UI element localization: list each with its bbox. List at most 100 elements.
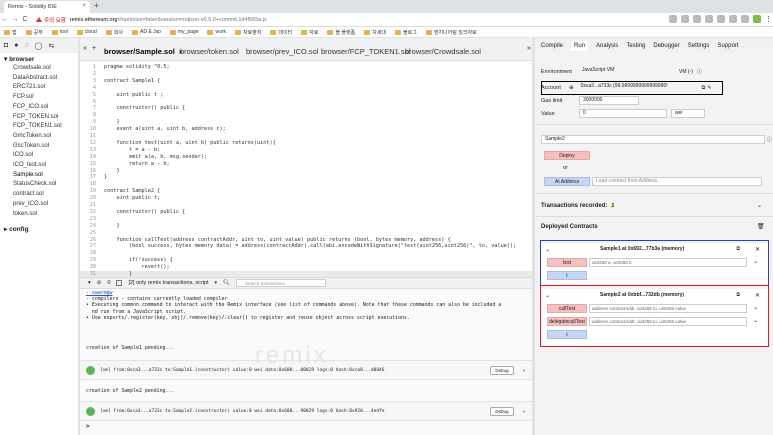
file-item[interactable]: FCP_TOKEN.sol: [0, 113, 78, 123]
value-unit-select[interactable]: wei: [671, 109, 705, 118]
new-file-icon[interactable]: ◘: [4, 42, 8, 49]
terminal-filter[interactable]: [2] only remix transactions, script: [128, 280, 208, 286]
tab-debugger[interactable]: Debugger: [653, 43, 679, 49]
extension-icon[interactable]: [741, 15, 749, 23]
tab-settings[interactable]: Settings: [688, 43, 710, 49]
profile-icon[interactable]: [753, 15, 761, 23]
chevron-down-icon[interactable]: ⌄: [522, 407, 526, 414]
folder-icon: [76, 29, 83, 35]
debug-button[interactable]: Debug: [490, 407, 514, 416]
bookmark-item[interactable]: 회사: [105, 29, 123, 36]
address-bar[interactable]: remix.ethereum.org/#optimize=false&versi…: [70, 17, 267, 23]
forward-icon[interactable]: →: [10, 16, 20, 23]
transaction-row[interactable]: [vm] from:0xca3...a733c to:Sample2.(cons…: [80, 401, 532, 421]
file-item[interactable]: FCP_ICO.sol: [0, 103, 78, 113]
editor-tab[interactable]: browser/token.sol: [180, 47, 239, 56]
bookmark-item[interactable]: 데이터: [270, 29, 292, 36]
code-line: (bool success, bytes memory data) = addr…: [104, 243, 517, 250]
bookmark-item[interactable]: 차세대: [364, 29, 386, 36]
star-icon[interactable]: [693, 15, 701, 23]
bookmark-item[interactable]: 공부: [25, 29, 43, 36]
scroll-left-icon[interactable]: «: [83, 45, 87, 52]
file-item[interactable]: StatusCheck.sol: [0, 180, 78, 190]
file-item[interactable]: ICO_test.sol: [0, 161, 78, 171]
file-item[interactable]: DataAbstract.sol: [0, 74, 78, 84]
file-item[interactable]: GmcToken.sol: [0, 132, 78, 142]
browser-tab[interactable]: Remix - Solidity IDE ×: [4, 1, 90, 13]
bookmark-item[interactable]: 블로그: [395, 29, 417, 36]
at-address-button[interactable]: At Address: [544, 177, 590, 186]
tab-testing[interactable]: Testing: [626, 43, 645, 49]
extension-icon[interactable]: [717, 15, 725, 23]
chevron-down-icon[interactable]: ⌄: [757, 202, 762, 209]
code-editor[interactable]: 1 pragma solidity ^0.5; 2 3 contract Sample1…: [80, 61, 532, 277]
menu-icon[interactable]: ⋮: [765, 15, 772, 23]
gas-limit-input[interactable]: 3000000: [579, 96, 639, 105]
terminal-prompt[interactable]: >: [86, 423, 90, 430]
deploy-button[interactable]: Deploy: [544, 151, 590, 160]
tab-compile[interactable]: Compile: [541, 43, 563, 49]
file-item[interactable]: FCP.sol: [0, 93, 78, 103]
github-icon[interactable]: ◌: [24, 42, 28, 49]
publish-icon[interactable]: ◯: [35, 42, 43, 50]
folder-config[interactable]: ▸ config: [0, 223, 78, 234]
back-icon[interactable]: ←: [0, 16, 10, 23]
value-input[interactable]: 0: [579, 109, 667, 118]
search-input[interactable]: Search transactions: [236, 279, 327, 287]
clear-terminal-icon[interactable]: ⊘: [97, 280, 102, 286]
file-item[interactable]: prev_ICO.sol: [0, 200, 78, 210]
environment-select[interactable]: JavaScript VM: [579, 67, 679, 76]
toggle-terminal-icon[interactable]: ▾: [88, 280, 91, 286]
chevron-down-icon[interactable]: ⌄: [522, 366, 526, 373]
folder-icon: [4, 29, 10, 35]
bookmark-item[interactable]: 자료출처: [235, 29, 261, 36]
editor-tab[interactable]: browser/Sample.sol ×: [104, 47, 182, 56]
new-tab-button[interactable]: +: [94, 1, 99, 10]
editor-tab[interactable]: browser/Crowdsale.sol: [405, 47, 481, 56]
bookmark-item[interactable]: my_page: [169, 29, 198, 35]
debug-button[interactable]: Debug: [490, 366, 514, 375]
zoom-icon[interactable]: [681, 15, 689, 23]
translate-icon[interactable]: [669, 15, 677, 23]
file-item[interactable]: Crowdsale.sol: [0, 64, 78, 74]
trash-icon[interactable]: 🗑︎: [757, 223, 765, 230]
connect-icon[interactable]: ⇆: [48, 42, 54, 50]
extension-icon[interactable]: [705, 15, 713, 23]
bookmark-item[interactable]: 자료: [301, 29, 318, 36]
tab-support[interactable]: Support: [717, 43, 738, 49]
info-icon[interactable]: ⓘ: [767, 136, 772, 143]
bookmark-item[interactable]: AD & Jsp: [132, 29, 161, 35]
info-icon[interactable]: ⓘ: [697, 68, 702, 75]
bookmark-item[interactable]: work: [207, 29, 226, 35]
bookmark-item[interactable]: tool: [51, 29, 68, 35]
bookmark-item[interactable]: 앱: [4, 29, 17, 36]
extension-icon[interactable]: [729, 15, 737, 23]
file-item[interactable]: token.sol: [0, 210, 78, 220]
file-item[interactable]: Sample.sol: [0, 171, 78, 181]
line-number: 23: [89, 215, 96, 222]
editor-tab[interactable]: browser/FCP_TOKEN1.sol: [321, 47, 410, 56]
folder-icon[interactable]: ●: [14, 42, 18, 49]
scroll-right-icon[interactable]: »: [527, 45, 531, 52]
new-file-icon[interactable]: +: [92, 45, 96, 52]
bookmark-item[interactable]: 엔지니어링 징크자료: [425, 29, 477, 36]
security-warning[interactable]: 주의 요함: [36, 16, 66, 24]
at-address-input[interactable]: Load contract from Address: [592, 177, 762, 186]
folder-browser[interactable]: ▾ browser: [0, 53, 78, 64]
bookmark-item[interactable]: 블 플랫폼: [327, 29, 355, 36]
reload-icon[interactable]: C: [20, 16, 30, 23]
tab-run[interactable]: Run: [571, 40, 589, 51]
chevron-down-icon[interactable]: ▾: [215, 280, 218, 286]
transactions-recorded[interactable]: Transactions recorded: 2: [541, 203, 617, 209]
listen-checkbox[interactable]: [116, 280, 123, 286]
editor-tab[interactable]: browser/prev_ICO.sol: [246, 47, 319, 56]
close-icon[interactable]: ×: [82, 3, 86, 9]
file-item[interactable]: GscToken.sol: [0, 142, 78, 152]
file-item[interactable]: FCP_TOKEN1.sol: [0, 122, 78, 132]
contract-select[interactable]: Sample2: [541, 135, 765, 144]
file-item[interactable]: ERC721.sol: [0, 83, 78, 93]
bookmark-item[interactable]: cloud: [76, 29, 97, 35]
file-item[interactable]: ICO.sol: [0, 151, 78, 161]
tab-analysis[interactable]: Analysis: [596, 43, 618, 49]
file-item[interactable]: contract.sol: [0, 190, 78, 200]
